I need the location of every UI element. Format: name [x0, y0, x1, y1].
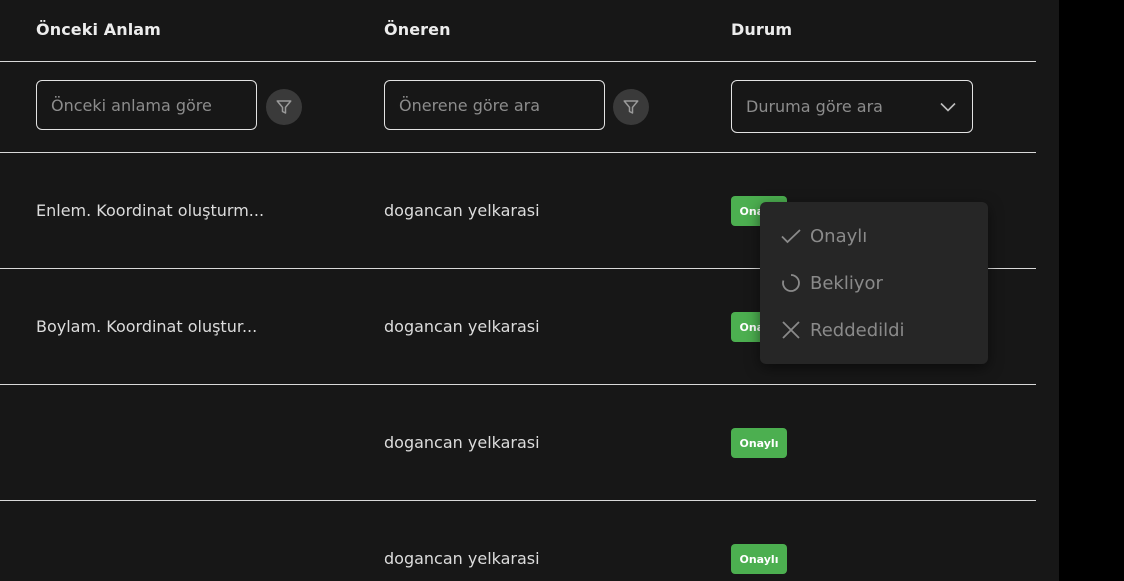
check-icon: [781, 229, 801, 244]
row-divider: [0, 500, 1036, 501]
suggester-filter-button[interactable]: [613, 89, 649, 125]
previous-meaning-filter-input[interactable]: Önceki anlama göre: [36, 80, 257, 130]
status-option-rejected[interactable]: Reddedildi: [780, 316, 905, 344]
filter-divider: [0, 152, 1036, 153]
suggester-filter-input[interactable]: Önerene göre ara: [384, 80, 605, 130]
header-divider: [0, 61, 1036, 62]
filter-icon: [276, 100, 292, 114]
status-option-label: Onaylı: [810, 225, 868, 247]
column-header-status[interactable]: Durum: [731, 20, 792, 39]
table-panel: Önceki Anlam Öneren Durum Önceki anlama …: [0, 0, 1059, 581]
row4-status-badge: Onaylı: [731, 544, 787, 574]
row2-suggester: dogancan yelkarasi: [384, 317, 540, 336]
status-option-label: Bekliyor: [810, 272, 883, 294]
column-header-suggester[interactable]: Öneren: [384, 20, 451, 39]
row4-suggester: dogancan yelkarasi: [384, 549, 540, 568]
previous-meaning-filter-placeholder: Önceki anlama göre: [51, 95, 212, 115]
row3-suggester: dogancan yelkarasi: [384, 433, 540, 452]
row2-previous-meaning: Boylam. Koordinat oluştur...: [36, 317, 258, 336]
status-option-pending[interactable]: Bekliyor: [780, 269, 883, 297]
row3-status-badge: Onaylı: [731, 428, 787, 458]
row1-suggester: dogancan yelkarasi: [384, 201, 540, 220]
close-icon: [782, 321, 800, 339]
chevron-down-icon: [940, 102, 956, 112]
row-divider: [0, 384, 1036, 385]
status-filter-placeholder: Duruma göre ara: [746, 97, 883, 116]
column-header-previous-meaning[interactable]: Önceki Anlam: [36, 20, 161, 39]
status-option-approved[interactable]: Onaylı: [780, 222, 867, 250]
pending-circle-icon: [782, 274, 800, 292]
suggester-filter-placeholder: Önerene göre ara: [399, 95, 541, 115]
status-option-label: Reddedildi: [810, 319, 905, 341]
status-dropdown-menu: Onaylı Bekliyor Reddedildi: [760, 202, 988, 364]
row1-previous-meaning: Enlem. Koordinat oluşturm...: [36, 201, 265, 220]
filter-icon: [623, 100, 639, 114]
status-filter-select[interactable]: Duruma göre ara: [731, 80, 973, 133]
previous-meaning-filter-button[interactable]: [266, 89, 302, 125]
